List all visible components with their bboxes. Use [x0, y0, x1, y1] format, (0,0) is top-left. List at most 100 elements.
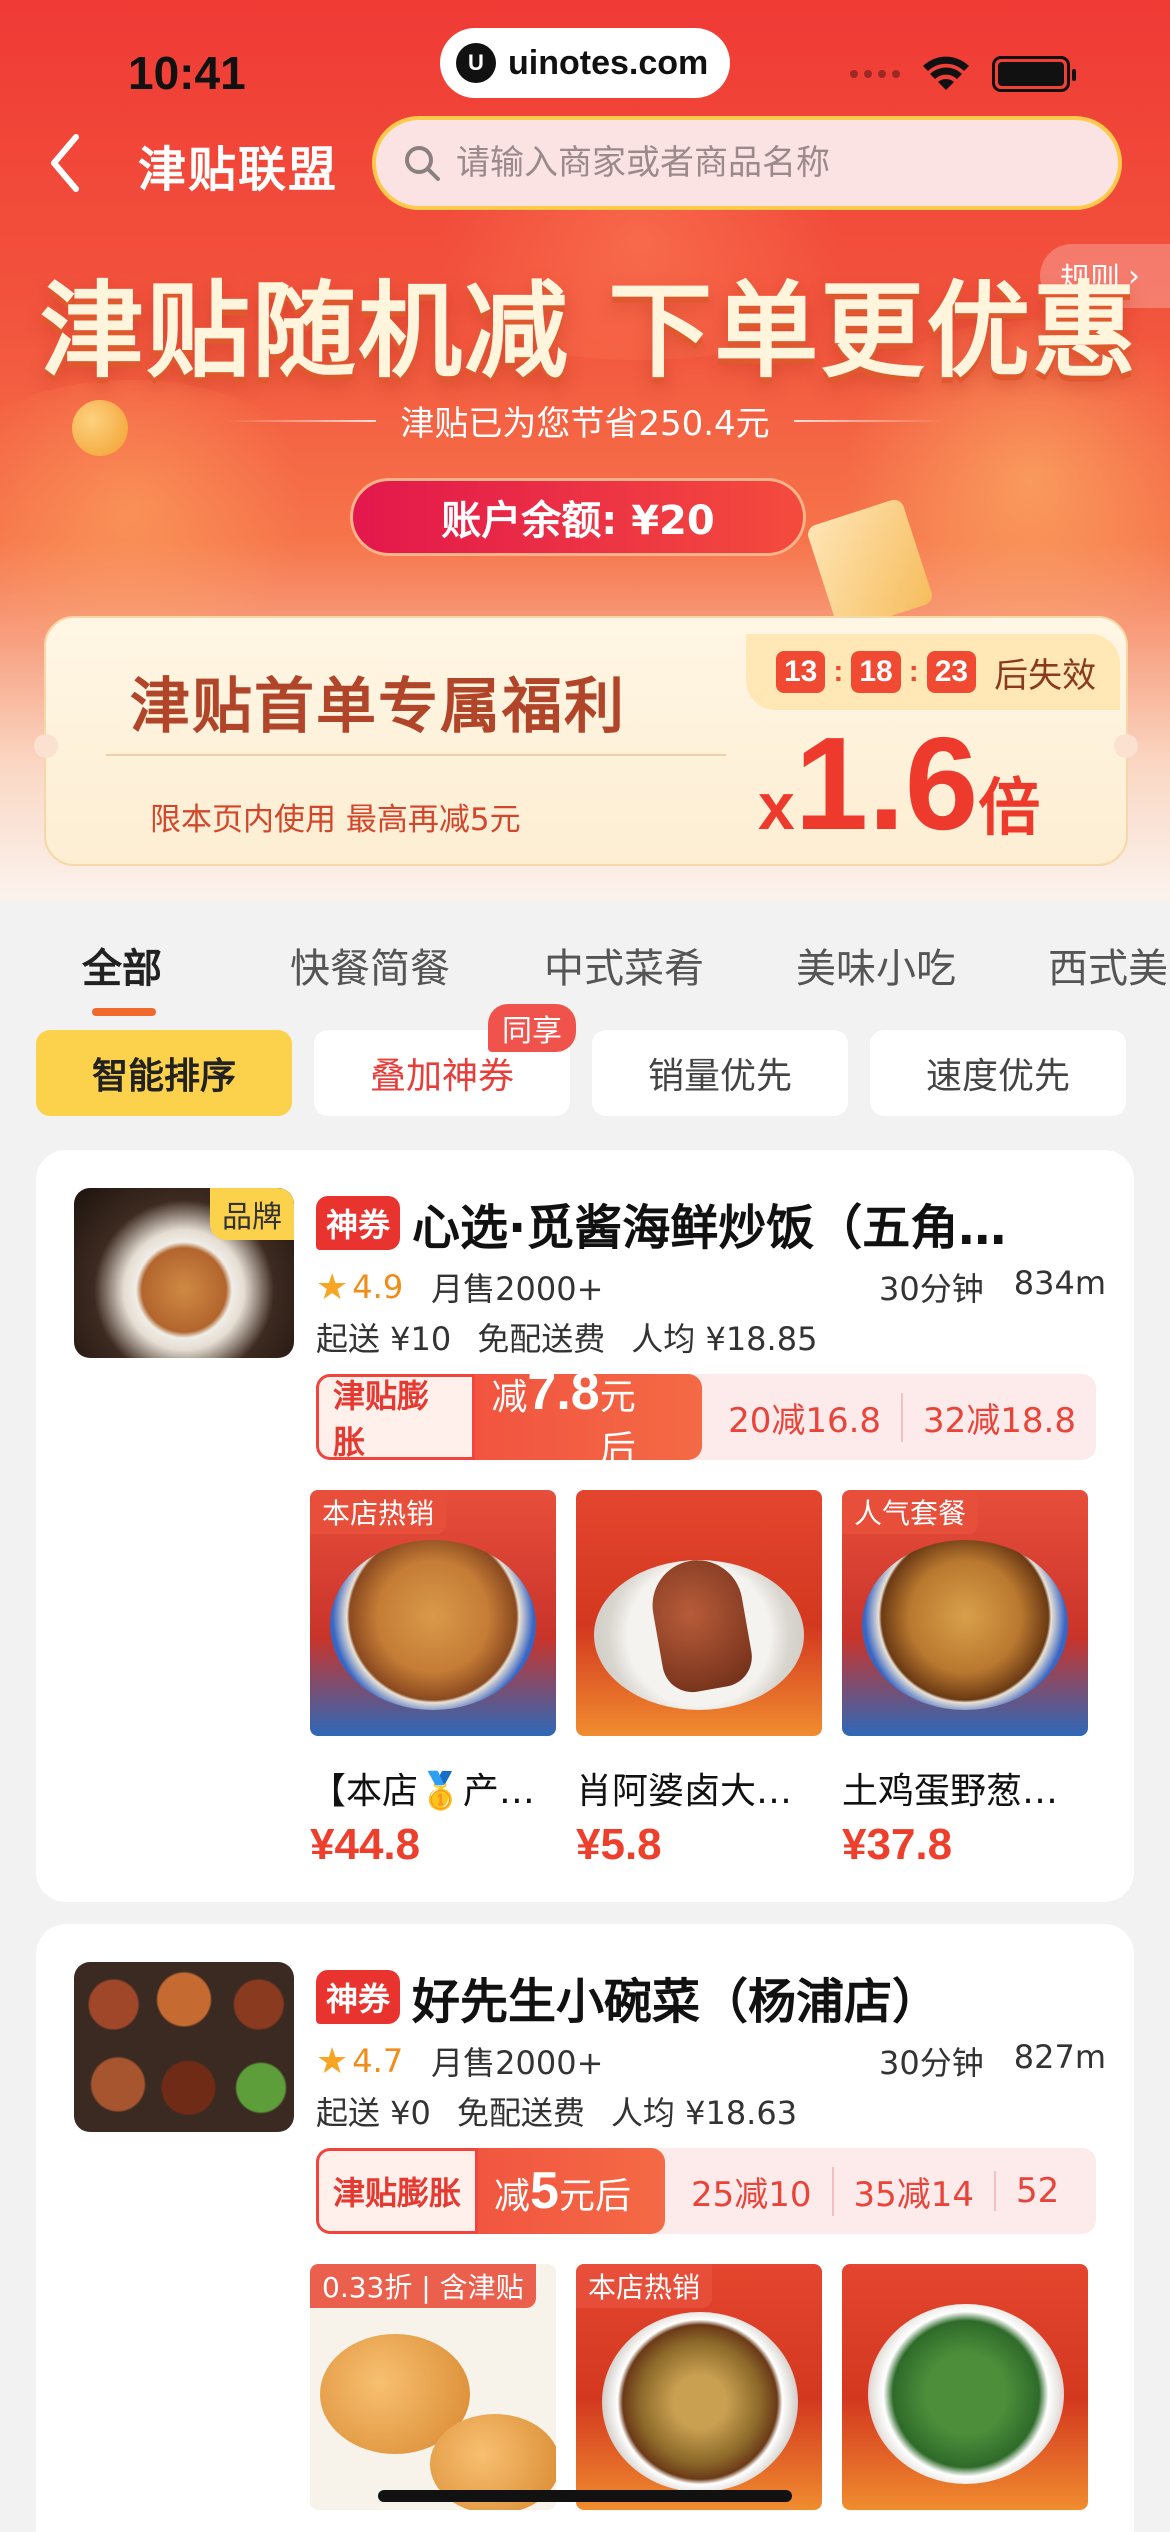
multiplier: x 1.6 倍	[758, 718, 1040, 850]
promo-tier: 20减16.8	[728, 1400, 882, 1441]
status-icons	[850, 56, 1076, 92]
promo-deal: 减 7.8 元后	[491, 1374, 668, 1460]
promo-amount: 5	[530, 2162, 559, 2220]
promo-suffix: 元后	[558, 2176, 631, 2217]
category-tabs: 全部 快餐简餐 中式菜肴 美味小吃 西式美	[0, 936, 1170, 1016]
product-name: 土鸡蛋野葱…	[842, 1771, 1059, 1812]
sort-options: 智能排序 叠加神券 同享 销量优先 速度优先	[36, 1004, 1146, 1118]
promo-label: 津贴膨胀	[316, 1374, 476, 1460]
product-price: ¥44.8	[310, 1820, 421, 1869]
account-balance: 账户余额: ¥20	[350, 478, 806, 556]
timer-minutes: 18	[851, 651, 901, 693]
product-item[interactable]: 本店热销	[576, 2264, 822, 2510]
delivery-time: 30分钟	[879, 2044, 984, 2082]
store-items: 0.33折 | 含津贴 本店热销	[310, 2264, 1088, 2510]
tab-all[interactable]: 全部	[82, 936, 162, 994]
store-stats: ★ 4.7 月售2000+ 30分钟 827m	[316, 2036, 1106, 2086]
store-card[interactable]: 神券 好先生小碗菜（杨浦店） ★ 4.7 月售2000+ 30分钟 827m 起…	[36, 1924, 1134, 2532]
search-icon	[405, 146, 440, 181]
tab-western[interactable]: 西式美	[1048, 936, 1168, 994]
first-order-welfare-card[interactable]: 津贴首单专属福利 限本页内使用 最高再减5元 13 : 18 : 23 后失效 …	[34, 616, 1138, 866]
product-item[interactable]	[842, 2264, 1088, 2510]
product-image: 人气套餐	[842, 1490, 1088, 1736]
store-stats: ★ 4.9 月售2000+ 30分钟 834m	[316, 1262, 1106, 1312]
page-title: 津贴联盟	[138, 142, 339, 198]
multiplier-unit: 倍	[978, 771, 1041, 844]
store-name: 心选·觅酱海鲜炒饭（五角…	[412, 1200, 1007, 1256]
sort-sales[interactable]: 销量优先	[592, 1030, 848, 1116]
coupon-tag: 神券	[316, 1970, 401, 2024]
hero-headline: 津贴随机减 下单更优惠	[40, 270, 1139, 392]
multiplier-value: 1.6	[794, 710, 979, 857]
chevron-left-icon	[51, 134, 79, 192]
promo-tiers: 25减10 35减14 52	[691, 2166, 1079, 2216]
tab-fast-food[interactable]: 快餐简餐	[290, 936, 450, 994]
hero-banner: 10:41 U uinotes.com 津贴联盟 规则 › 津贴随机减 下单更优…	[0, 0, 1170, 900]
product-image: 0.33折 | 含津贴	[310, 2264, 556, 2510]
timer-suffix: 后失效	[994, 655, 1097, 696]
product-badge: 本店热销	[576, 2264, 713, 2308]
back-button[interactable]	[38, 128, 92, 198]
battery-icon	[992, 56, 1076, 92]
sort-smart[interactable]: 智能排序	[36, 1030, 292, 1116]
product-name: 肖阿婆卤大…	[576, 1771, 793, 1812]
avg-price: 人均 ¥18.63	[610, 2094, 798, 2132]
store-thumbnail: 品牌	[74, 1188, 294, 1358]
product-badge: 人气套餐	[842, 1490, 979, 1534]
product-item[interactable]: 本店热销 【本店🥇产… ¥44.8	[310, 1490, 556, 1870]
search-input[interactable]	[456, 143, 1076, 183]
promo-deal: 减 5 元后	[494, 2161, 631, 2221]
store-rating: 4.9	[352, 1268, 404, 1306]
promo-label: 津贴膨胀	[316, 2148, 479, 2234]
promo-highlight: 津贴膨胀 减 5 元后	[316, 2148, 665, 2234]
product-item[interactable]: 0.33折 | 含津贴	[310, 2264, 556, 2510]
product-name: 【本店🥇产…	[310, 1771, 535, 1812]
promo-bar[interactable]: 津贴膨胀 减 7.8 元后 20减16.8 32减18.8	[316, 1374, 1096, 1460]
store-list-section: 全部 快餐简餐 中式菜肴 美味小吃 西式美 智能排序 叠加神券 同享 销量优先 …	[0, 900, 1170, 2532]
promo-tier: 32减18.8	[901, 1392, 1096, 1442]
star-icon: ★	[316, 2040, 349, 2082]
coupon-tag: 神券	[316, 1196, 401, 1250]
delivery-fee: 免配送费	[477, 1320, 606, 1358]
product-image	[576, 1490, 822, 1736]
promo-bar[interactable]: 津贴膨胀 减 5 元后 25减10 35减14 52	[316, 2148, 1096, 2234]
site-logo-icon: U	[456, 43, 496, 83]
sort-speed[interactable]: 速度优先	[870, 1030, 1126, 1116]
promo-tier: 52	[994, 2171, 1079, 2211]
product-price: ¥37.8	[842, 1820, 953, 1869]
star-icon: ★	[316, 1266, 349, 1308]
timer-hours: 13	[776, 651, 826, 693]
tab-chinese-dishes[interactable]: 中式菜肴	[544, 936, 704, 994]
promo-tiers: 20减16.8 32减18.8	[728, 1392, 1096, 1442]
divider	[226, 419, 377, 422]
tab-snacks[interactable]: 美味小吃	[796, 936, 956, 994]
promo-highlight: 津贴膨胀 减 7.8 元后	[316, 1374, 703, 1460]
store-items: 本店热销 【本店🥇产… ¥44.8 肖阿婆卤大… ¥5.8 人气套餐 土鸡蛋野葱…	[310, 1490, 1088, 1870]
brand-tag: 品牌	[210, 1188, 294, 1240]
store-thumbnail	[74, 1962, 294, 2132]
product-badge: 本店热销	[310, 1490, 447, 1534]
welfare-note: 限本页内使用 最高再减5元	[150, 802, 521, 838]
avg-price: 人均 ¥18.85	[631, 1320, 818, 1358]
product-image	[842, 2264, 1088, 2510]
product-badge: 0.33折 | 含津贴	[310, 2264, 536, 2308]
promo-prefix: 减	[494, 2176, 531, 2217]
store-fees: 起送 ¥0 免配送费 人均 ¥18.63	[316, 2088, 797, 2134]
product-item[interactable]: 人气套餐 土鸡蛋野葱… ¥37.8	[842, 1490, 1088, 1870]
active-tab-indicator	[92, 1008, 156, 1016]
welfare-title: 津贴首单专属福利	[130, 672, 626, 742]
search-bar[interactable]	[372, 116, 1122, 210]
store-card[interactable]: 品牌 神券 心选·觅酱海鲜炒饭（五角… ★ 4.9 月售2000+ 30分钟 8…	[36, 1150, 1134, 1902]
ticket-notch	[34, 734, 58, 758]
product-price: ¥5.8	[576, 1820, 662, 1869]
store-fees: 起送 ¥10 免配送费 人均 ¥18.85	[316, 1314, 817, 1360]
ticket-notch	[1114, 734, 1138, 758]
product-item[interactable]: 肖阿婆卤大… ¥5.8	[576, 1490, 822, 1870]
signal-icon	[850, 70, 900, 78]
delivery-time: 30分钟	[879, 1270, 984, 1308]
promo-tier: 35减14	[831, 2166, 995, 2216]
home-indicator[interactable]	[378, 2490, 792, 2502]
distance: 834m	[1013, 1264, 1106, 1302]
url-pill[interactable]: U uinotes.com	[440, 28, 730, 98]
min-order: 起送 ¥10	[316, 1320, 452, 1358]
